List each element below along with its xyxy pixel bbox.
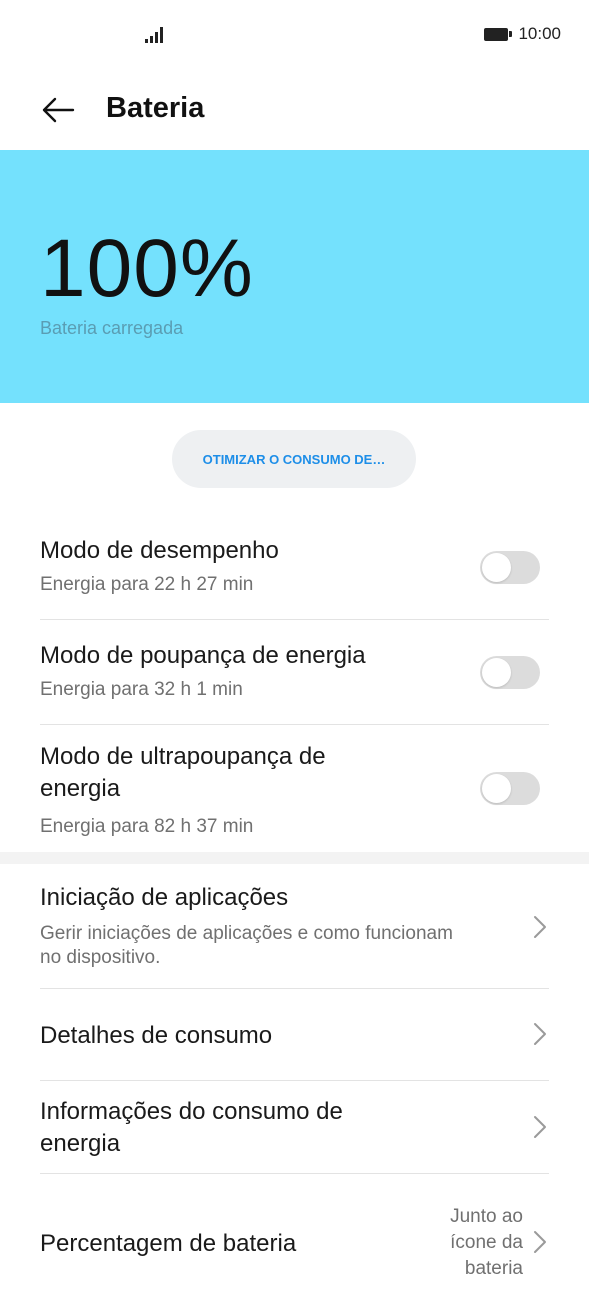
- battery-status: Bateria carregada: [40, 318, 184, 338]
- battery-percentage-value: Junto ao ícone da bateria: [450, 1206, 523, 1279]
- mode-ultra-power-saving[interactable]: Modo de ultrapoupança de energia Energia…: [40, 741, 400, 839]
- divider: [40, 1173, 549, 1174]
- mode-title: Modo de ultrapoupança de energia: [40, 743, 326, 802]
- optimize-button[interactable]: OTIMIZAR O CONSUMO DE…: [172, 430, 416, 488]
- settings-item-title: Detalhes de consumo: [40, 1022, 273, 1049]
- status-bar: 10:00: [0, 0, 589, 72]
- power-saving-toggle[interactable]: [480, 656, 540, 689]
- status-right: 10:00: [484, 24, 561, 44]
- settings-item-title: Iniciação de aplicações: [40, 884, 289, 911]
- settings-item-title: Informações do consumo de energia: [40, 1098, 343, 1157]
- signal-icon: [145, 27, 163, 43]
- mode-subtitle: Energia para 22 h 27 min: [40, 574, 254, 595]
- chevron-right-icon: [534, 1231, 546, 1253]
- settings-item-app-launch[interactable]: Iniciação de aplicações Gerir iniciações…: [40, 882, 460, 970]
- page-title: Bateria: [106, 92, 205, 124]
- divider: [40, 1080, 549, 1081]
- mode-subtitle: Energia para 32 h 1 min: [40, 679, 243, 700]
- section-divider: [0, 852, 589, 864]
- divider: [40, 619, 549, 620]
- mode-power-saving[interactable]: Modo de poupança de energia Energia para…: [40, 640, 549, 702]
- mode-title: Modo de desempenho: [40, 537, 279, 564]
- settings-item-battery-percentage[interactable]: Percentagem de bateria: [40, 1228, 400, 1260]
- chevron-right-icon: [534, 1023, 546, 1045]
- battery-icon: [484, 27, 513, 41]
- settings-item-consumption-details[interactable]: Detalhes de consumo: [40, 1020, 549, 1052]
- settings-item-subtitle: Gerir iniciações de aplicações e como fu…: [40, 923, 453, 968]
- mode-title: Modo de poupança de energia: [40, 642, 366, 669]
- settings-item-energy-info[interactable]: Informações do consumo de energia: [40, 1096, 400, 1160]
- battery-percent: 100%: [40, 223, 254, 314]
- chevron-right-icon: [534, 916, 546, 938]
- chevron-right-icon: [534, 1116, 546, 1138]
- app-bar: Bateria: [0, 72, 589, 150]
- back-button[interactable]: [38, 90, 78, 130]
- performance-toggle[interactable]: [480, 551, 540, 584]
- mode-subtitle: Energia para 82 h 37 min: [40, 816, 254, 837]
- mode-performance[interactable]: Modo de desempenho Energia para 22 h 27 …: [40, 535, 549, 597]
- settings-item-title: Percentagem de bateria: [40, 1230, 297, 1257]
- arrow-left-icon: [42, 97, 75, 123]
- divider: [40, 724, 549, 725]
- status-time: 10:00: [518, 24, 561, 43]
- ultra-power-saving-toggle[interactable]: [480, 772, 540, 805]
- battery-hero: 100% Bateria carregada: [0, 150, 589, 403]
- divider: [40, 988, 549, 989]
